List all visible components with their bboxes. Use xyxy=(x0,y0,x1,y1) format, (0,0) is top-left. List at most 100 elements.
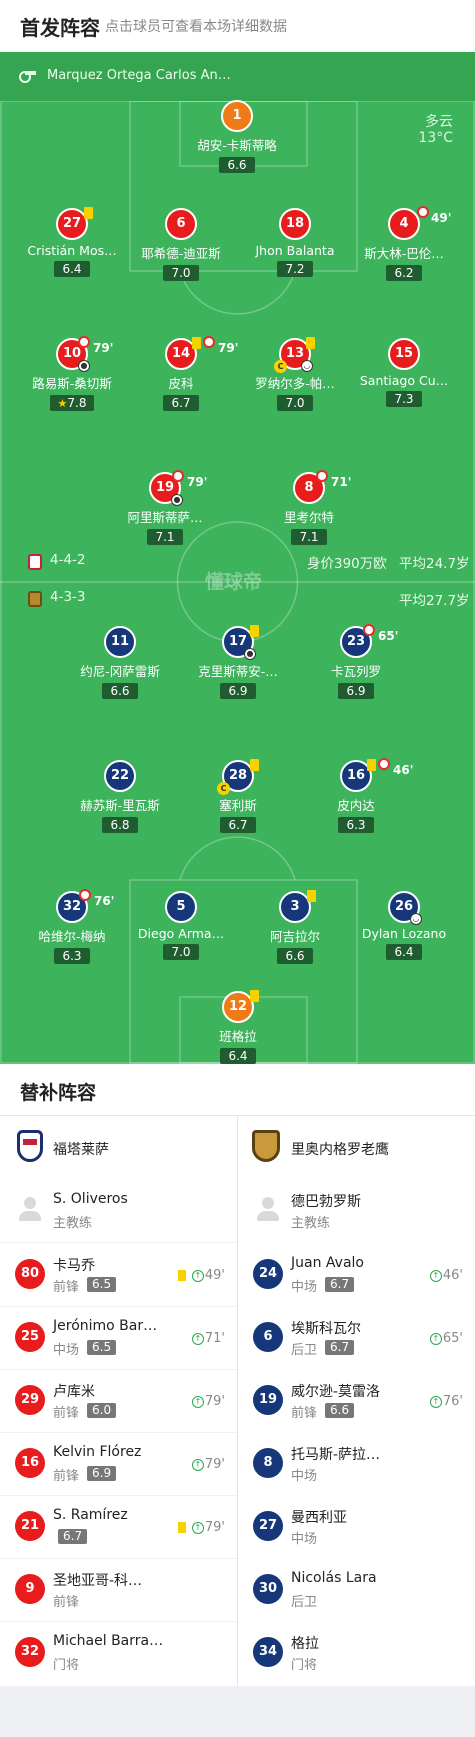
away-player-16[interactable]: 16 46' 皮内达 6.3 xyxy=(291,758,421,833)
sub-out-icon xyxy=(378,758,390,770)
player-rating: 7.1 xyxy=(291,529,327,545)
sub-in-time: ↑ 79' xyxy=(191,1520,225,1535)
home-badge-icon xyxy=(28,554,42,570)
sub-in-time: ↑ 79' xyxy=(191,1457,225,1472)
player-rating: 6.7 xyxy=(325,1340,355,1355)
player-position: 前锋 xyxy=(53,1469,80,1484)
jersey-number: 13 C ◡ xyxy=(274,337,315,373)
sub-in-icon: ↑ xyxy=(191,1459,204,1471)
away-player-12[interactable]: 12 班格拉 6.4 xyxy=(173,990,303,1064)
away-sub-8[interactable]: 8 托马斯-萨拉… 中场 xyxy=(238,1432,475,1495)
sub-time: 49' xyxy=(431,211,452,225)
away-player-11[interactable]: 11 约尼-冈萨雷斯 6.6 xyxy=(55,626,185,699)
yellow-card-icon xyxy=(306,337,315,349)
home-player-15[interactable]: 15 Santiago Cu… 7.3 xyxy=(339,338,469,407)
yellow-card-icon xyxy=(250,625,259,637)
player-rating: 6.9 xyxy=(220,683,256,699)
yellow-card-icon xyxy=(250,990,259,1002)
home-sub-21[interactable]: 21 S. Ramírez 6.7 ↑ 79' xyxy=(0,1495,237,1558)
home-player-6[interactable]: 6 耶希德-迪亚斯 7.0 xyxy=(116,208,246,281)
away-sub-30[interactable]: 30 Nicolás Lara 后卫 xyxy=(238,1558,475,1621)
home-value: 身价390万欧 xyxy=(307,556,387,572)
player-name: 斯大林-巴伦… xyxy=(364,246,444,261)
home-player-14[interactable]: 14 79' 皮科 6.7 xyxy=(116,336,246,411)
player-rating: 6.2 xyxy=(386,265,422,281)
player-rating: 6.7 xyxy=(325,1277,355,1292)
sub-in-icon: ↑ xyxy=(191,1270,204,1282)
player-rating: 6.6 xyxy=(102,683,138,699)
player-rating: 6.4 xyxy=(220,1048,256,1064)
home-sub-16[interactable]: 16 Kelvin Flórez 前锋 6.9 ↑ 79' xyxy=(0,1432,237,1495)
player-name: 里考尔特 xyxy=(283,510,334,525)
jersey-number: 11 xyxy=(104,626,136,658)
jersey-number: 16 46' xyxy=(340,758,413,792)
player-rating: 7.1 xyxy=(147,529,183,545)
away-sub-24[interactable]: 24 Juan Avalo 中场 6.7 ↑ 46' xyxy=(238,1243,475,1306)
player-name: 耶希德-迪亚斯 xyxy=(141,246,221,261)
home-sub-25[interactable]: 25 Jerónimo Bar… 中场 6.5 ↑ 71' xyxy=(0,1306,237,1369)
jersey-number: 19 xyxy=(253,1385,283,1415)
away-sub-6[interactable]: 6 埃斯科瓦尔 后卫 6.7 ↑ 65' xyxy=(238,1306,475,1369)
home-sub-9[interactable]: 9 圣地亚哥-科… 前锋 xyxy=(0,1558,237,1621)
home-sub-29[interactable]: 29 卢库米 前锋 6.0 ↑ 79' xyxy=(0,1369,237,1432)
player-rating: 6.6 xyxy=(219,157,255,173)
jersey-number: 29 xyxy=(15,1385,45,1415)
home-player-1[interactable]: 1 胡安-卡斯蒂略 6.6 xyxy=(172,100,302,173)
subs-area: 福塔莱萨 S. Oliveros 主教练 80 卡马乔 前锋 6.5 ↑ 49' … xyxy=(0,1116,475,1686)
shoe-icon: ◡ xyxy=(410,913,422,925)
away-sub-19[interactable]: 19 威尔逊-莫雷洛 前锋 6.6 ↑ 76' xyxy=(238,1369,475,1432)
player-rating: 7.2 xyxy=(277,261,313,277)
jersey-number: 30 xyxy=(253,1574,283,1604)
home-player-19[interactable]: 19 79' ● 阿里斯蒂萨… 7.1 xyxy=(100,470,230,545)
sub-in-icon: ↑ xyxy=(191,1522,204,1534)
player-name: Nicolás Lara xyxy=(291,1570,377,1586)
player-rating: 6.6 xyxy=(277,948,313,964)
jersey-number: 27 xyxy=(56,207,93,240)
coach-role: 主教练 xyxy=(53,1216,93,1231)
away-sub-27[interactable]: 27 曼西利亚 中场 xyxy=(238,1495,475,1558)
player-name: 约尼-冈萨雷斯 xyxy=(80,664,160,679)
player-rating: 7.0 xyxy=(163,265,199,281)
away-coach[interactable]: 德巴勃罗斯 主教练 xyxy=(238,1179,475,1242)
away-player-17[interactable]: 17 ● 克里斯蒂安-… 6.9 xyxy=(173,625,303,699)
home-player-4[interactable]: 4 49' 斯大林-巴伦… 6.2 xyxy=(339,206,469,281)
sub-time: 65' xyxy=(378,629,399,643)
away-player-28[interactable]: 28 C 塞利斯 6.7 xyxy=(173,759,303,833)
jersey-number: 28 C xyxy=(217,759,259,795)
home-team-info: 4-4-2 身价390万欧 平均24.7岁 xyxy=(0,552,475,572)
jersey-number: 34 xyxy=(253,1637,283,1667)
home-coach[interactable]: S. Oliveros 主教练 xyxy=(0,1179,237,1242)
yellow-card-icon xyxy=(250,759,259,771)
home-player-8[interactable]: 8 71' 里考尔特 7.1 xyxy=(244,470,374,545)
jersey-number: 8 71' xyxy=(293,470,351,504)
player-position: 中场 xyxy=(53,1343,80,1358)
player-rating: 6.9 xyxy=(338,683,374,699)
player-position: 前锋 xyxy=(53,1595,80,1610)
jersey-number: 25 xyxy=(15,1322,45,1352)
sub-in-icon: ↑ xyxy=(429,1270,442,1282)
star-icon: ★ xyxy=(57,397,68,410)
home-avg-age: 平均24.7岁 xyxy=(399,556,470,572)
player-name: 赫苏斯-里瓦斯 xyxy=(80,798,160,813)
player-rating: ★7.8 xyxy=(49,395,95,411)
sub-in-icon: ↑ xyxy=(429,1396,442,1408)
away-player-22[interactable]: 22 赫苏斯-里瓦斯 6.8 xyxy=(55,760,185,833)
away-sub-34[interactable]: 34 格拉 门将 xyxy=(238,1621,475,1684)
jersey-number: 8 xyxy=(253,1448,283,1478)
away-player-5[interactable]: 5 Diego Arma… 7.0 xyxy=(116,891,246,960)
player-name: 塞利斯 xyxy=(219,798,257,813)
jersey-number: 15 xyxy=(388,338,420,370)
referee-name: Marquez Ortega Carlos An… xyxy=(47,68,231,83)
sub-out-icon xyxy=(78,336,90,348)
jersey-number: 17 ● xyxy=(222,625,259,660)
home-sub-80[interactable]: 80 卡马乔 前锋 6.5 ↑ 49' xyxy=(0,1243,237,1306)
player-rating: 6.7 xyxy=(220,817,256,833)
yellow-card-icon xyxy=(84,207,93,219)
home-sub-32[interactable]: 32 Michael Barra… 门将 xyxy=(0,1621,237,1684)
away-player-26[interactable]: 26 ◡ Dylan Lozano 6.4 xyxy=(339,891,469,960)
jersey-number: 6 xyxy=(165,208,197,240)
away-player-23[interactable]: 23 65' 卡瓦列罗 6.9 xyxy=(291,624,421,699)
jersey-number: 80 xyxy=(15,1259,45,1289)
player-rating: 6.7 xyxy=(58,1529,88,1544)
sub-in-time: ↑ 46' xyxy=(429,1268,463,1283)
